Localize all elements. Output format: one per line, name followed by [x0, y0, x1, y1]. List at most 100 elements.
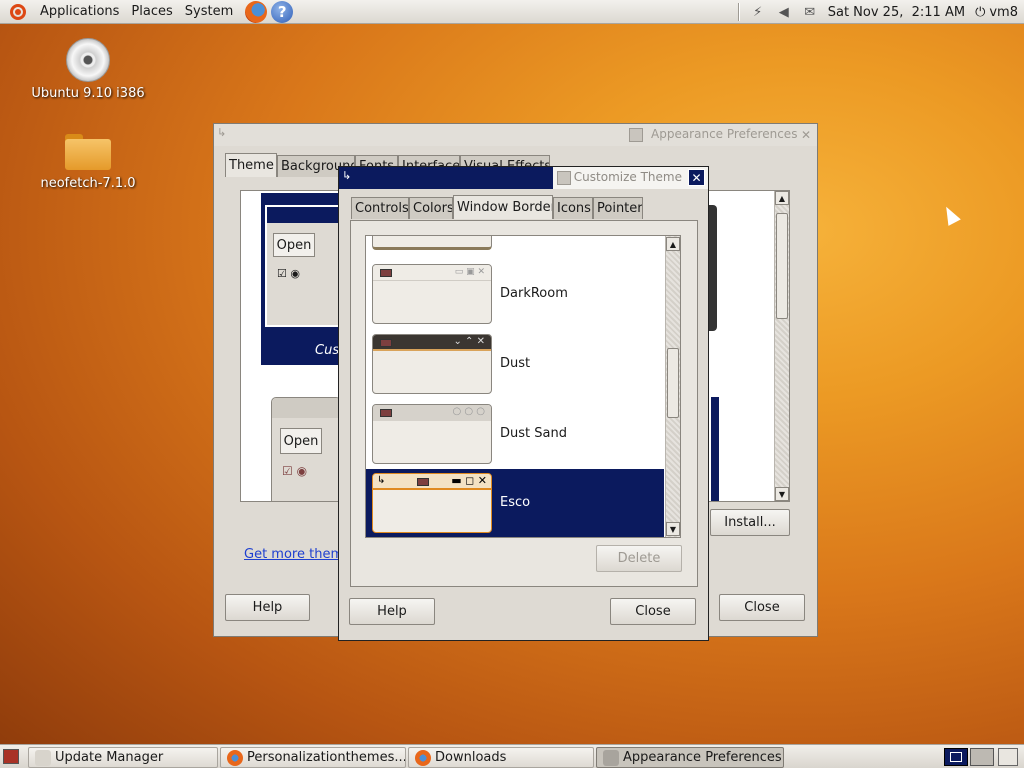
- delete-button[interactable]: Delete: [596, 545, 682, 572]
- window-menu-icon[interactable]: ↳: [342, 169, 351, 182]
- customize-help-button[interactable]: Help: [349, 598, 435, 625]
- theme-preview-label: Cus: [315, 343, 340, 358]
- tab-controls[interactable]: Controls: [351, 197, 409, 219]
- workspace-2[interactable]: [970, 748, 994, 766]
- show-desktop-icon[interactable]: [3, 749, 19, 764]
- scroll-down-icon[interactable]: ▼: [666, 522, 680, 536]
- task-update-manager[interactable]: Update Manager: [28, 747, 218, 768]
- tab-icons[interactable]: Icons: [553, 197, 593, 219]
- preview-check-icon: ☑ ◉: [277, 267, 300, 280]
- user-name[interactable]: vm8: [989, 5, 1018, 20]
- list-item-esco[interactable]: ↳ ▬ ◻ ✕ Esco: [366, 469, 664, 537]
- theme-list-scrollbar[interactable]: ▲ ▼: [774, 191, 789, 501]
- task-downloads[interactable]: Downloads: [408, 747, 594, 768]
- help-launcher-icon[interactable]: ?: [271, 0, 294, 23]
- install-button[interactable]: Install...: [710, 509, 790, 536]
- task-label: Personalizationthemes...: [247, 750, 406, 765]
- list-item-label: Dust Sand: [500, 426, 567, 441]
- cd-icon: [66, 38, 110, 82]
- window-menu-icon[interactable]: ↳: [217, 126, 226, 139]
- desktop-icon-cd[interactable]: Ubuntu 9.10 i386: [18, 38, 158, 101]
- border-thumbnail: ↳ ▬ ◻ ✕: [372, 473, 492, 533]
- power-icon[interactable]: ⏻: [975, 5, 985, 20]
- thumb-window-icon: [380, 339, 392, 347]
- bottom-panel: Update Manager Personalizationthemes... …: [0, 744, 1024, 768]
- folder-icon: [65, 134, 111, 170]
- window-border-list: ▭ ▣ ✕ DarkRoom ⌄ ⌃ ✕ Dust ○ ○ ○ Dust San…: [365, 235, 681, 538]
- thumb-buttons-icon: ⌄ ⌃ ✕: [453, 336, 486, 347]
- list-item-label: Esco: [500, 495, 531, 510]
- get-more-themes-link[interactable]: Get more them: [244, 547, 343, 562]
- close-icon[interactable]: ✕: [798, 127, 814, 143]
- task-appearance-preferences[interactable]: Appearance Preferences: [596, 747, 784, 768]
- thumb-window-icon: [417, 478, 429, 486]
- update-manager-icon: [35, 749, 51, 766]
- customize-title: Customize Theme: [573, 170, 682, 184]
- appearance-titlebar[interactable]: ↳ Appearance Preferences ✕: [214, 124, 817, 146]
- firefox-icon: [415, 749, 431, 766]
- close-icon[interactable]: ✕: [688, 169, 705, 186]
- task-label: Appearance Preferences: [623, 750, 782, 765]
- network-icon[interactable]: ⚡: [750, 4, 766, 20]
- border-thumbnail: ▭ ▣ ✕: [372, 264, 492, 324]
- appearance-close-button[interactable]: Close: [719, 594, 805, 621]
- desktop-icon-label: Ubuntu 9.10 i386: [31, 86, 145, 101]
- thumb-buttons-icon: ▬ ◻ ✕: [451, 474, 487, 487]
- scroll-up-icon[interactable]: ▲: [775, 191, 789, 205]
- theme-preview-edge-2: [711, 397, 719, 501]
- thumb-buttons-icon: ○ ○ ○: [452, 406, 485, 417]
- thumb-window-icon: [380, 409, 392, 417]
- appearance-icon: [629, 128, 643, 142]
- customize-titlebar[interactable]: ↳ Customize Theme ✕: [339, 167, 708, 189]
- clock[interactable]: Sat Nov 25, 2:11 AM: [828, 5, 965, 20]
- border-thumbnail: ⌄ ⌃ ✕: [372, 334, 492, 394]
- system-tray: ⚡ ◀ ✉ Sat Nov 25, 2:11 AM ⏻ vm8: [737, 0, 1018, 24]
- volume-icon[interactable]: ◀: [776, 4, 792, 20]
- tab-window-border[interactable]: Window Border: [453, 195, 553, 219]
- scroll-thumb[interactable]: [667, 348, 679, 418]
- menu-places[interactable]: Places: [125, 4, 178, 19]
- customize-close-button[interactable]: Close: [610, 598, 696, 625]
- desktop-icon-folder[interactable]: neofetch-7.1.0: [18, 134, 158, 191]
- thumb-buttons-icon: ▭ ▣ ✕: [454, 267, 485, 277]
- list-item-label: DarkRoom: [500, 286, 568, 301]
- trash-icon[interactable]: [998, 748, 1018, 766]
- ubuntu-logo-icon[interactable]: [8, 2, 28, 22]
- tray-separator: [737, 3, 740, 21]
- theme-preview-titlebar-2: [272, 398, 340, 418]
- border-list-scrollbar[interactable]: ▲ ▼: [665, 236, 680, 537]
- scroll-thumb[interactable]: [776, 213, 788, 319]
- tab-theme[interactable]: Theme: [225, 153, 277, 177]
- task-label: Update Manager: [55, 750, 164, 765]
- theme-preview-window: Open ☑ ◉: [265, 205, 345, 327]
- appearance-help-button[interactable]: Help: [225, 594, 310, 621]
- list-item-darkroom[interactable]: ▭ ▣ ✕ DarkRoom: [366, 260, 664, 330]
- scroll-up-icon[interactable]: ▲: [666, 237, 680, 251]
- appearance-title: Appearance Preferences: [651, 127, 798, 141]
- border-thumbnail: ○ ○ ○: [372, 404, 492, 464]
- menu-applications[interactable]: Applications: [34, 4, 125, 19]
- firefox-icon: [227, 749, 243, 766]
- preview-open-button: Open: [273, 233, 315, 257]
- theme-preview-titlebar: [267, 207, 343, 223]
- preview-check-icon-2: ☑ ◉: [282, 464, 308, 478]
- workspace-1[interactable]: [944, 748, 968, 766]
- mouse-cursor-icon: [940, 203, 961, 226]
- task-label: Downloads: [435, 750, 507, 765]
- task-personalizationthemes[interactable]: Personalizationthemes...: [220, 747, 406, 768]
- thumb-menu-icon: ↳: [377, 475, 386, 486]
- desktop-icon-label: neofetch-7.1.0: [40, 176, 136, 191]
- scroll-down-icon[interactable]: ▼: [775, 487, 789, 501]
- theme-preview-window-2[interactable]: Open ☑ ◉: [271, 397, 341, 501]
- tab-colors[interactable]: Colors: [409, 197, 453, 219]
- list-item-partial[interactable]: [372, 236, 492, 250]
- tab-pointer[interactable]: Pointer: [593, 197, 643, 219]
- firefox-launcher-icon[interactable]: [245, 0, 268, 23]
- thumb-window-icon: [380, 269, 392, 277]
- workspace-window-icon: [950, 752, 962, 762]
- list-item-dust[interactable]: ⌄ ⌃ ✕ Dust: [366, 330, 664, 400]
- list-item-dust-sand[interactable]: ○ ○ ○ Dust Sand: [366, 400, 664, 470]
- menu-system[interactable]: System: [179, 4, 239, 19]
- mail-icon[interactable]: ✉: [802, 4, 818, 20]
- theme-preview-edge: [709, 205, 717, 331]
